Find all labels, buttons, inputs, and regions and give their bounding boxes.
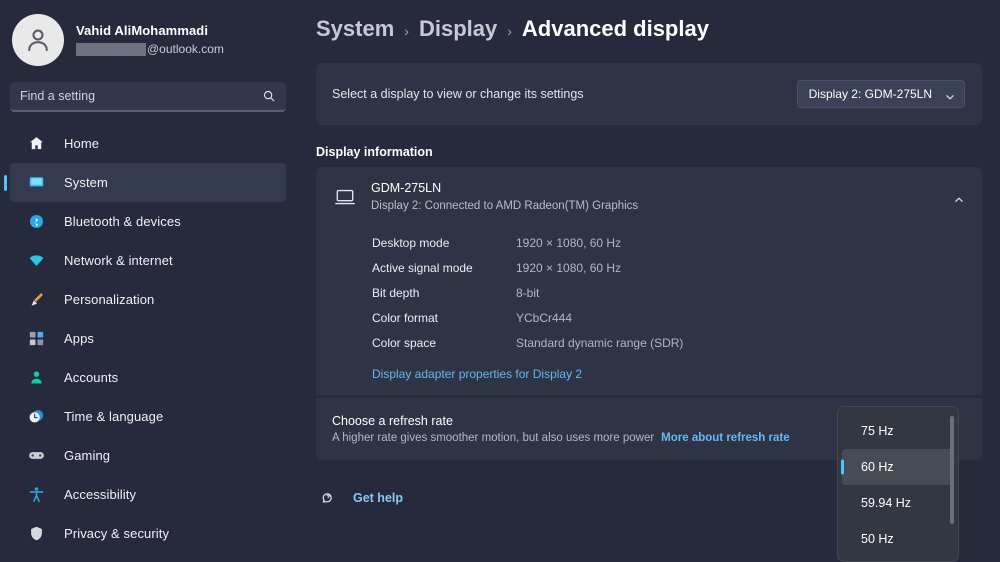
sidebar-item-label: Gaming — [64, 448, 111, 463]
spec-row: Bit depth 8-bit — [372, 280, 982, 305]
sidebar-item-gaming[interactable]: Gaming — [10, 436, 286, 475]
sidebar-item-label: Network & internet — [64, 253, 173, 268]
get-help-label: Get help — [353, 490, 404, 505]
spec-key: Desktop mode — [372, 235, 450, 250]
profile-email-suffix: @outlook.com — [147, 41, 224, 56]
refresh-rate-option[interactable]: 50 Hz — [842, 521, 954, 557]
sidebar-item-label: Personalization — [64, 292, 155, 307]
spec-key: Active signal mode — [372, 260, 473, 275]
accounts-icon — [26, 368, 46, 388]
refresh-rate-option-label: 60 Hz — [861, 460, 894, 474]
display-spec-list: Desktop mode 1920 × 1080, 60 Hz Active s… — [316, 227, 982, 361]
sidebar-item-network-internet[interactable]: Network & internet — [10, 241, 286, 280]
monitor-text: GDM-275LN Display 2: Connected to AMD Ra… — [371, 180, 954, 213]
spec-row: Active signal mode 1920 × 1080, 60 Hz — [372, 255, 982, 280]
profile-email: @outlook.com — [76, 42, 224, 57]
display-selector-card: Select a display to view or change its s… — [316, 63, 982, 125]
search-input[interactable]: Find a setting — [10, 82, 286, 112]
user-profile[interactable]: Vahid AliMohammadi @outlook.com — [0, 0, 300, 66]
sidebar-item-label: Accounts — [64, 370, 119, 385]
profile-name: Vahid AliMohammadi — [76, 23, 209, 39]
person-avatar-icon — [12, 14, 64, 66]
spec-row: Desktop mode 1920 × 1080, 60 Hz — [372, 230, 982, 255]
refresh-rate-option-selected[interactable]: 60 Hz — [842, 449, 954, 485]
email-redaction-bar — [76, 42, 146, 56]
sidebar-item-label: Home — [64, 136, 100, 151]
flyout-scrollbar[interactable] — [950, 416, 954, 524]
spec-value: YCbCr444 — [516, 310, 573, 325]
sidebar-item-system[interactable]: System — [10, 163, 286, 202]
sidebar-item-label: Bluetooth & devices — [64, 214, 181, 229]
breadcrumb-system[interactable]: System — [316, 16, 394, 42]
monitor-icon — [332, 184, 358, 210]
sidebar-item-home[interactable]: Home — [10, 124, 286, 163]
spec-value: 1920 × 1080, 60 Hz — [516, 260, 622, 275]
search-icon[interactable] — [262, 89, 276, 103]
display-selector-label: Select a display to view or change its s… — [332, 87, 584, 101]
chevron-right-icon: › — [507, 23, 512, 39]
spec-row: Color space Standard dynamic range (SDR) — [372, 330, 982, 355]
refresh-rate-description-text: A higher rate gives smoother motion, but… — [332, 432, 655, 444]
chevron-up-icon[interactable] — [954, 192, 964, 202]
spec-key: Color space — [372, 335, 437, 350]
spec-key: Bit depth — [372, 285, 420, 300]
monitor-name: GDM-275LN — [371, 181, 442, 196]
clock-icon — [26, 407, 46, 427]
spec-key: Color format — [372, 310, 439, 325]
system-icon — [26, 173, 46, 193]
sidebar: Vahid AliMohammadi @outlook.com Find a s… — [0, 0, 300, 562]
chevron-down-icon — [945, 89, 955, 100]
display-adapter-properties-link[interactable]: Display adapter properties for Display 2 — [316, 361, 582, 395]
display-information-card: GDM-275LN Display 2: Connected to AMD Ra… — [316, 167, 982, 395]
help-icon — [318, 488, 337, 507]
sidebar-item-bluetooth-devices[interactable]: Bluetooth & devices — [10, 202, 286, 241]
bluetooth-icon — [26, 212, 46, 232]
sidebar-item-time-language[interactable]: Time & language — [10, 397, 286, 436]
wifi-icon — [26, 251, 46, 271]
more-about-refresh-rate-link[interactable]: More about refresh rate — [661, 432, 789, 444]
refresh-rate-option[interactable]: 75 Hz — [842, 413, 954, 449]
sidebar-item-label: Privacy & security — [64, 526, 170, 541]
home-icon — [26, 134, 46, 154]
breadcrumb-display[interactable]: Display — [419, 16, 497, 42]
sidebar-item-label: Accessibility — [64, 487, 137, 502]
profile-text: Vahid AliMohammadi @outlook.com — [76, 23, 224, 56]
display-selector-dropdown[interactable]: Display 2: GDM-275LN — [796, 80, 965, 108]
gamepad-icon — [26, 446, 46, 466]
brush-icon — [26, 290, 46, 310]
breadcrumb: System › Display › Advanced display — [300, 0, 1000, 42]
apps-icon — [26, 329, 46, 349]
display-selector-value: Display 2: GDM-275LN — [808, 87, 932, 101]
spec-value: Standard dynamic range (SDR) — [516, 335, 684, 350]
sidebar-item-accessibility[interactable]: Accessibility — [10, 475, 286, 514]
accessibility-icon — [26, 485, 46, 505]
search-container: Find a setting — [0, 66, 300, 112]
refresh-rate-option-label: 59.94 Hz — [861, 496, 912, 510]
shield-icon — [26, 524, 46, 544]
search-placeholder: Find a setting — [20, 89, 96, 103]
sidebar-item-label: Apps — [64, 331, 95, 346]
sidebar-item-personalization[interactable]: Personalization — [10, 280, 286, 319]
refresh-rate-dropdown-flyout: 75 Hz 60 Hz 59.94 Hz 50 Hz — [837, 406, 959, 562]
refresh-rate-option-label: 50 Hz — [861, 532, 894, 546]
sidebar-item-label: Time & language — [64, 409, 164, 424]
section-title-display-information: Display information — [316, 145, 433, 159]
spec-value: 1920 × 1080, 60 Hz — [516, 235, 622, 250]
display-information-header[interactable]: GDM-275LN Display 2: Connected to AMD Ra… — [316, 167, 982, 227]
chevron-right-icon: › — [404, 23, 409, 39]
monitor-subtitle: Display 2: Connected to AMD Radeon(TM) G… — [371, 199, 639, 212]
page-title: Advanced display — [521, 16, 709, 41]
spec-value: 8-bit — [516, 285, 540, 300]
refresh-rate-option[interactable]: 59.94 Hz — [842, 485, 954, 521]
spec-row: Color format YCbCr444 — [372, 305, 982, 330]
refresh-rate-option-label: 75 Hz — [861, 424, 894, 438]
sidebar-item-label: System — [64, 175, 108, 190]
sidebar-nav: Home System Bluetooth & devices Network … — [0, 124, 300, 553]
sidebar-item-apps[interactable]: Apps — [10, 319, 286, 358]
sidebar-item-accounts[interactable]: Accounts — [10, 358, 286, 397]
sidebar-item-privacy-security[interactable]: Privacy & security — [10, 514, 286, 553]
